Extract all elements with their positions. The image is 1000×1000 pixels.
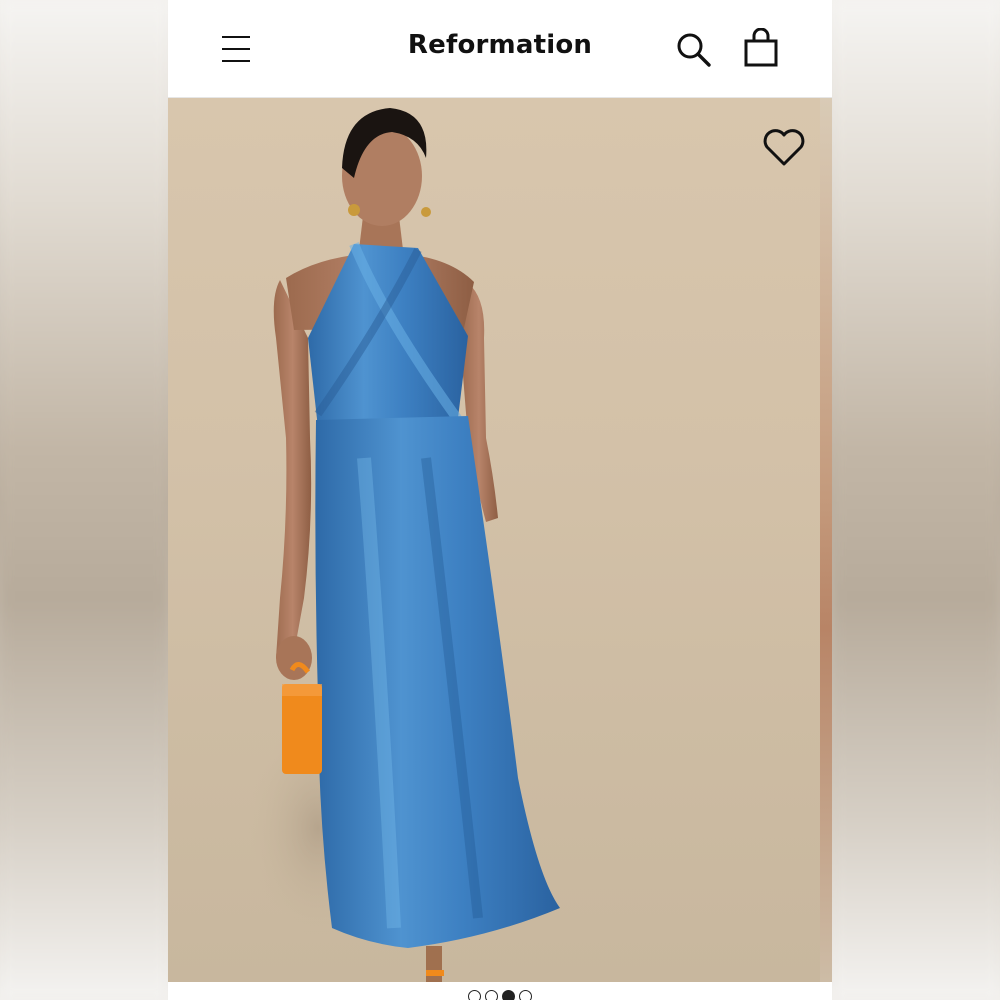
search-icon (677, 33, 711, 67)
favorite-button[interactable] (762, 128, 806, 168)
carousel-indicator (168, 990, 832, 1000)
brand-logo[interactable]: Reformation (168, 30, 832, 60)
search-button[interactable] (674, 30, 714, 70)
next-product-photo-peek[interactable] (820, 98, 832, 982)
model-wearing-dress-image (248, 108, 560, 982)
blurred-backdrop-left (0, 0, 168, 1000)
heart-icon (763, 129, 805, 166)
blurred-backdrop-right (832, 0, 1000, 1000)
product-photo[interactable] (168, 98, 820, 982)
shopping-bag-icon (744, 27, 778, 67)
cart-button[interactable] (742, 27, 782, 70)
mobile-screen: Reformation (168, 0, 832, 1000)
carousel-dot[interactable] (468, 990, 481, 1000)
carousel-dot[interactable] (485, 990, 498, 1000)
site-header: Reformation (168, 0, 832, 98)
carousel-dot[interactable] (502, 990, 515, 1000)
carousel-dot[interactable] (519, 990, 532, 1000)
